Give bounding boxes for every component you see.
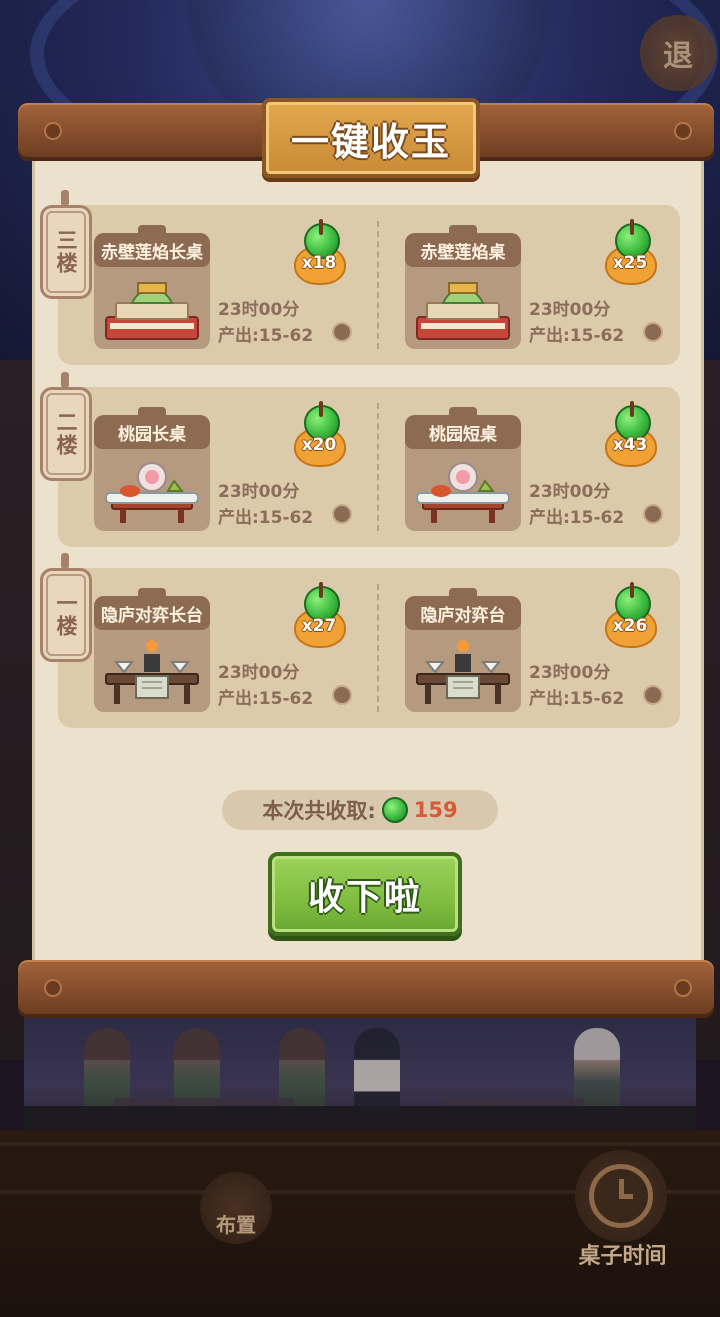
table-output: 产出:15-62 <box>529 689 625 709</box>
table-info: 23时00分 产出:15-62 <box>529 297 624 349</box>
table-name: 隐庐对弈长台 <box>94 588 210 630</box>
jade-count: x20 <box>301 435 337 455</box>
table-furniture-image <box>413 455 513 527</box>
table-time-button[interactable]: 桌子时间 <box>555 1140 690 1280</box>
jade-icon <box>381 797 408 823</box>
table-time: 23时00分 <box>218 482 300 502</box>
table-time: 23时00分 <box>529 663 611 683</box>
coin-icon <box>643 322 663 342</box>
jade-count-badge: x26 <box>599 582 661 654</box>
table-info: 23时00分 产出:15-62 <box>529 479 624 531</box>
floor-label: 一楼 <box>40 553 92 662</box>
jade-count-badge: x25 <box>599 219 661 291</box>
table-furniture-image <box>102 273 202 345</box>
clock-icon <box>575 1150 667 1242</box>
background-teahouse-floor <box>24 1005 696 1136</box>
exit-button[interactable]: 退 <box>640 15 716 91</box>
floor-row: 赤壁莲焰长桌 23时00分 产出:15-62 x18 赤壁莲焰桌 23时00分 产出:15-… <box>58 205 680 365</box>
table-output: 产出:15-62 <box>529 508 625 528</box>
table-card: 隐庐对弈台 23时00分 产出:15-62 x26 <box>369 582 663 714</box>
table-time: 23时00分 <box>529 300 611 320</box>
jade-count-badge: x20 <box>288 401 350 473</box>
table-name: 赤壁莲焰桌 <box>405 225 521 267</box>
table-info: 23时00分 产出:15-62 <box>218 297 313 349</box>
table-name: 桃园长桌 <box>94 407 210 449</box>
jade-count-badge: x18 <box>288 219 350 291</box>
table-output: 产出:15-62 <box>529 326 625 346</box>
coin-icon <box>643 685 663 705</box>
total-collected: 本次共收取: 159 <box>222 790 498 830</box>
table-name: 桃园短桌 <box>405 407 521 449</box>
total-label: 本次共收取: <box>262 799 376 823</box>
jade-count: x43 <box>612 435 648 455</box>
table-time: 23时00分 <box>218 663 300 683</box>
table-furniture-image <box>413 636 513 708</box>
table-output: 产出:15-62 <box>218 689 314 709</box>
coin-icon <box>332 322 352 342</box>
table-card: 赤壁莲焰长桌 23时00分 产出:15-62 x18 <box>58 219 352 351</box>
jade-count: x25 <box>612 253 648 273</box>
table-furniture-image <box>102 636 202 708</box>
dialog-title: 一键收玉 <box>262 98 480 178</box>
table-info: 23时00分 产出:15-62 <box>529 660 624 712</box>
table-card: 赤壁莲焰桌 23时00分 产出:15-62 x25 <box>369 219 663 351</box>
jade-count: x27 <box>301 616 337 636</box>
table-card: 桃园长桌 23时00分 产出:15-62 x20 <box>58 401 352 533</box>
table-output: 产出:15-62 <box>218 508 314 528</box>
table-name: 赤壁莲焰长桌 <box>94 225 210 267</box>
layout-button[interactable]: 布置 <box>200 1172 272 1244</box>
table-time: 23时00分 <box>218 300 300 320</box>
table-card: 桃园短桌 23时00分 产出:15-62 x43 <box>369 401 663 533</box>
jade-count: x26 <box>612 616 648 636</box>
coin-icon <box>332 504 352 524</box>
total-value: 159 <box>413 798 458 822</box>
coin-icon <box>332 685 352 705</box>
table-furniture-image <box>413 273 513 345</box>
table-time: 23时00分 <box>529 482 611 502</box>
jade-count: x18 <box>301 253 337 273</box>
jade-count-badge: x43 <box>599 401 661 473</box>
exit-button-label: 退 <box>663 39 693 74</box>
waiter-character <box>354 1028 400 1118</box>
table-info: 23时00分 产出:15-62 <box>218 479 313 531</box>
collect-button[interactable]: 收下啦 <box>268 852 462 936</box>
floor-row: 隐庐对弈长台 23时00分 产出:15-62 x27 隐庐对弈台 23时00分 产出:15-… <box>58 568 680 728</box>
jade-count-badge: x27 <box>288 582 350 654</box>
scroll-rod-bottom <box>18 960 714 1014</box>
layout-button-label: 布置 <box>216 1213 256 1237</box>
table-card: 隐庐对弈长台 23时00分 产出:15-62 x27 <box>58 582 352 714</box>
table-name: 隐庐对弈台 <box>405 588 521 630</box>
floor-label: 二楼 <box>40 372 92 481</box>
floor-row: 桃园长桌 23时00分 产出:15-62 x20 桃园短桌 23时00分 产出:15-62 x… <box>58 387 680 547</box>
floor-label: 三楼 <box>40 190 92 299</box>
coin-icon <box>643 504 663 524</box>
table-furniture-image <box>102 455 202 527</box>
table-time-label: 桌子时间 <box>578 1244 667 1269</box>
table-info: 23时00分 产出:15-62 <box>218 660 313 712</box>
table-output: 产出:15-62 <box>218 326 314 346</box>
